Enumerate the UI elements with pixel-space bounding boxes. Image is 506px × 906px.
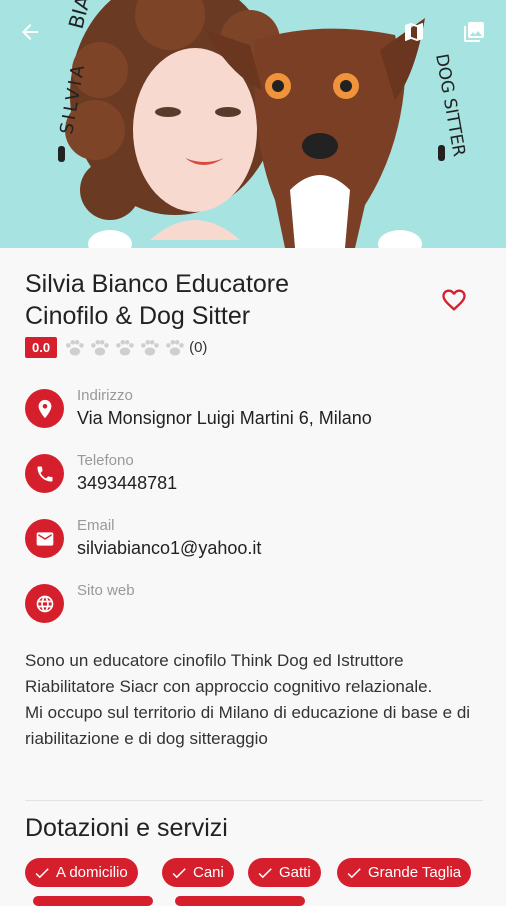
service-chip[interactable] (33, 896, 153, 906)
rating-score-badge: 0.0 (25, 337, 58, 358)
services-title: Dotazioni e servizi (25, 814, 228, 842)
service-chip[interactable] (175, 896, 305, 906)
arrow-left-icon (22, 24, 38, 40)
service-chip[interactable]: A domicilio (25, 858, 138, 887)
address-label: Indirizzo (77, 387, 133, 404)
map-icon (405, 23, 423, 41)
paw-icon (116, 339, 134, 356)
email-value: silviabianco1@yahoo.it (77, 538, 262, 558)
paw-icon (91, 339, 109, 356)
phone-value: 3493448781 (77, 473, 178, 493)
heart-outline-icon (442, 289, 466, 311)
phone-icon-circle (25, 454, 64, 493)
photo-library-icon (464, 22, 484, 42)
globe-icon (36, 595, 53, 612)
email-icon-circle (25, 519, 64, 558)
description-paragraph: Mi occupo sul territorio di Milano di ed… (25, 703, 471, 748)
check-icon (347, 867, 361, 878)
check-icon (172, 867, 186, 878)
listing-title: Silvia Bianco Educatore Cinofilo & Dog S… (25, 268, 415, 332)
favorite-button[interactable] (440, 286, 468, 314)
listing-details: Silvia Bianco Educatore Cinofilo & Dog S… (0, 248, 506, 906)
listing-title-line2: Cinofilo & Dog Sitter (25, 302, 251, 330)
paw-icon (141, 339, 159, 356)
rating-count: (0) (189, 339, 208, 356)
address-value: Via Monsignor Luigi Martini 6, Milano (77, 408, 372, 428)
website-icon-circle (25, 584, 64, 623)
rating-paws (64, 339, 189, 357)
divider (25, 800, 483, 801)
back-button[interactable] (18, 20, 50, 52)
description-paragraph: Sono un educatore cinofilo Think Dog ed … (25, 651, 433, 696)
service-chip[interactable]: Cani (162, 858, 234, 887)
gallery-button[interactable] (462, 20, 494, 52)
service-chip[interactable]: Gatti (248, 858, 321, 887)
location-pin-icon (38, 399, 51, 418)
service-chip-label: Cani (193, 864, 224, 881)
website-row[interactable]: Sito web (25, 582, 485, 632)
email-row[interactable]: Email silviabianco1@yahoo.it (25, 517, 485, 567)
paw-icon (166, 339, 184, 356)
listing-title-line1: Silvia Bianco Educatore (25, 270, 290, 298)
service-chip[interactable]: Grande Taglia (337, 858, 472, 887)
email-icon (36, 531, 53, 546)
services-chips-next-row (25, 896, 495, 906)
address-row[interactable]: Indirizzo Via Monsignor Luigi Martini 6,… (25, 387, 485, 437)
check-icon (258, 867, 272, 878)
description: Sono un educatore cinofilo Think Dog ed … (25, 648, 485, 752)
service-chip-label: A domicilio (56, 864, 128, 881)
phone-row[interactable]: Telefono 3493448781 (25, 452, 485, 502)
website-label: Sito web (77, 582, 135, 599)
phone-label: Telefono (77, 452, 134, 469)
services-chips: A domicilio Cani Gatti Grande Taglia (25, 858, 495, 888)
phone-icon (37, 466, 52, 481)
address-icon-circle (25, 389, 64, 428)
rating-row: 0.0 (0) (25, 337, 207, 358)
hero-image: SILVIA BIA DOG SITTER (0, 0, 506, 248)
check-icon (35, 867, 49, 878)
paw-icon (66, 339, 84, 356)
service-chip-label: Gatti (279, 864, 311, 881)
service-chip-label: Grande Taglia (368, 864, 462, 881)
map-button[interactable] (402, 20, 434, 52)
email-label: Email (77, 517, 115, 534)
